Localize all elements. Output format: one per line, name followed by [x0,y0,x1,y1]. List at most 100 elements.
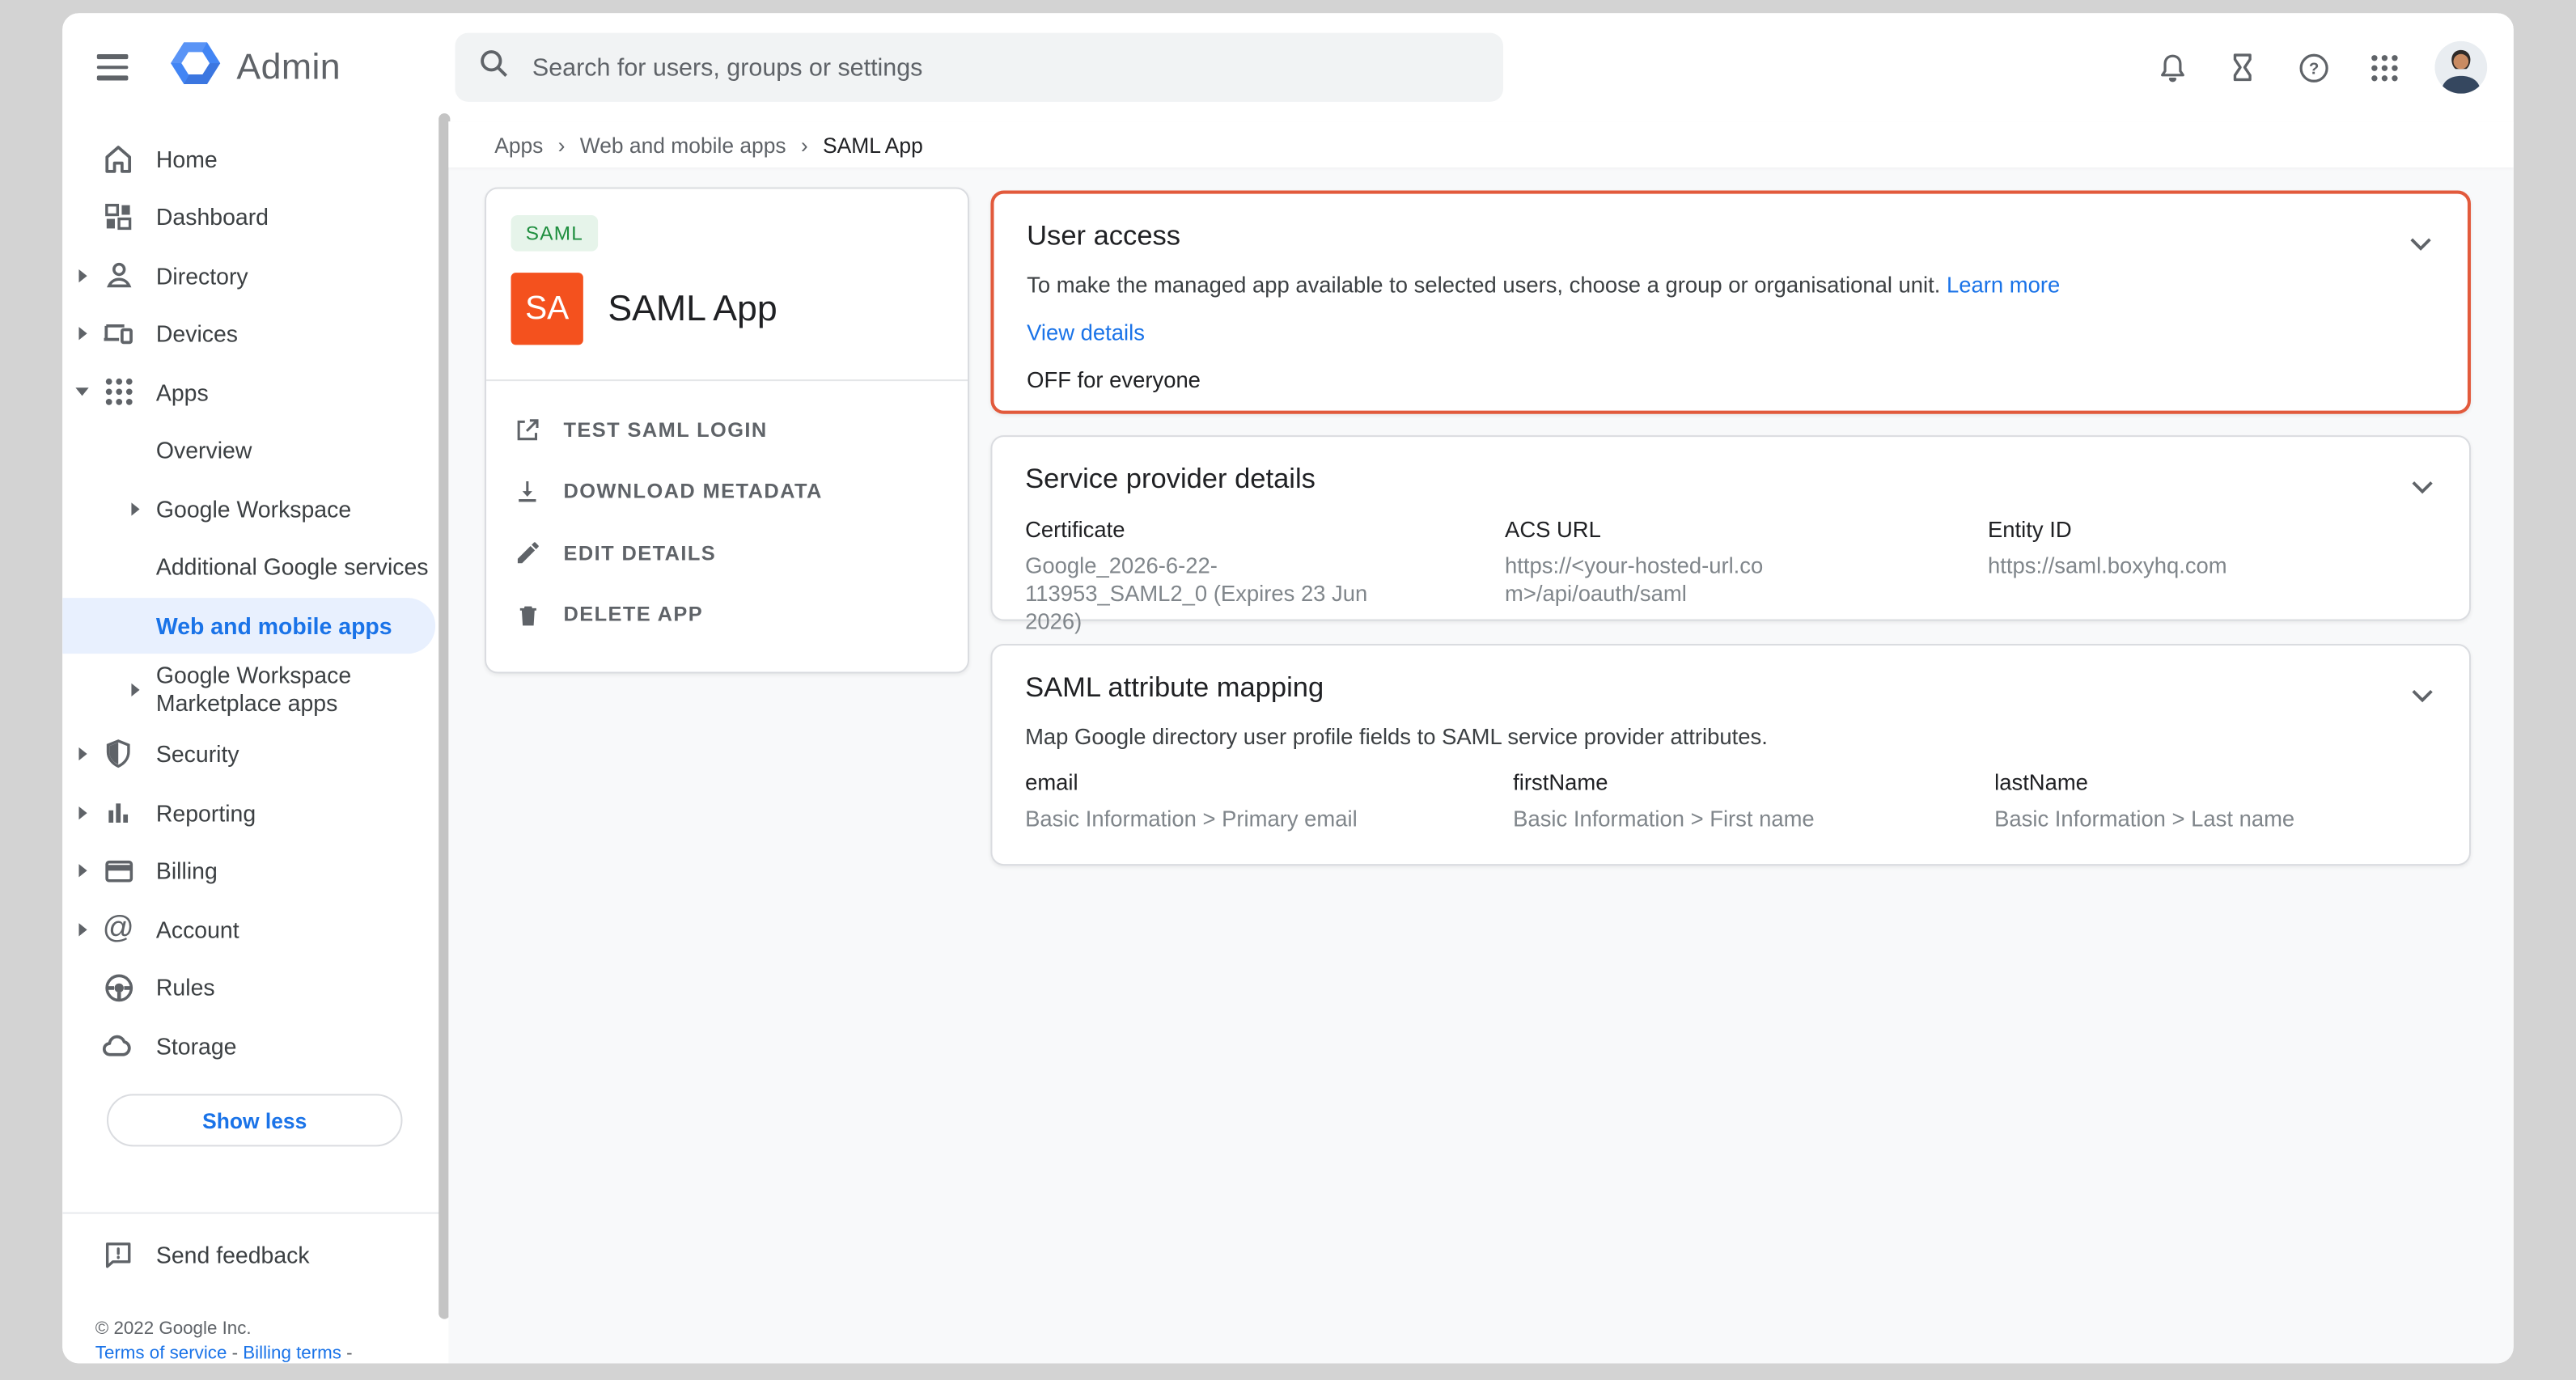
app-header: SA SAML App [511,273,968,345]
action-label: DOWNLOAD METADATA [563,480,822,502]
chevron-down-icon[interactable] [2410,230,2431,260]
trash-icon [511,599,544,632]
sidebar-item-apps[interactable]: Apps [62,363,448,421]
svg-text:?: ? [2308,59,2318,77]
person-icon [99,256,138,295]
sidebar-item-dashboard[interactable]: Dashboard [62,188,448,247]
pencil-icon [511,536,544,569]
brand-logo[interactable]: Admin [169,40,341,95]
description-text: To make the managed app available to sel… [1027,273,1940,297]
user-avatar[interactable] [2434,41,2487,94]
sidebar-item-security[interactable]: Security [62,726,448,784]
sidebar-item-label: Home [156,146,218,171]
entity-id-field: Entity ID https://saml.boxyhq.com [1988,518,2415,580]
field-value: https://saml.boxyhq.com [1988,552,2415,580]
expand-right-icon[interactable] [78,806,87,819]
expand-down-icon[interactable] [75,388,88,396]
sidebar-item-directory[interactable]: Directory [62,247,448,305]
at-sign-icon: @ [99,909,138,949]
test-saml-login-button[interactable]: TEST SAML LOGIN [486,399,968,460]
download-metadata-button[interactable]: DOWNLOAD METADATA [486,461,968,523]
sidebar-item-label: Devices [156,320,238,346]
sidebar-item-home[interactable]: Home [62,129,448,188]
sidebar-item-reporting[interactable]: Reporting [62,784,448,842]
dashboard-icon [99,197,138,237]
app-avatar: SA [511,273,583,345]
help-icon[interactable]: ? [2294,48,2333,87]
field-label: firstName [1513,770,1956,794]
cloud-icon [99,1027,138,1066]
steering-wheel-icon [99,968,138,1008]
field-label: Certificate [1025,518,1383,542]
app-title: SAML App [608,287,777,330]
field-label: ACS URL [1505,518,1768,542]
card-description: Map Google directory user profile fields… [1025,724,2436,748]
send-feedback-button[interactable]: Send feedback [62,1225,448,1283]
app-actions: TEST SAML LOGIN DOWNLOAD METADATA EDIT D… [486,399,968,646]
saml-attribute-mapping-card[interactable]: SAML attribute mapping Map Google direct… [990,644,2471,866]
card-description: To make the managed app available to sel… [1027,273,2434,297]
service-provider-details-card[interactable]: Service provider details Certificate Goo… [990,435,2471,620]
expand-right-icon[interactable] [78,865,87,878]
sidebar-item-web-and-mobile-apps[interactable]: Web and mobile apps [62,596,448,654]
sidebar-item-google-workspace[interactable]: Google Workspace [62,480,448,538]
copyright-text: © 2022 Google Inc. [95,1318,353,1342]
email-mapping-field: email Basic Information > Primary email [1025,770,1468,832]
sidebar-item-label: Storage [156,1033,237,1059]
user-access-card[interactable]: User access To make the managed app avai… [990,191,2471,414]
breadcrumb-separator-icon: › [801,132,808,156]
expand-right-icon[interactable] [78,269,87,282]
sidebar-item-gw-marketplace-apps[interactable]: Google Workspace Marketplace apps [62,654,448,725]
main-content: Apps › Web and mobile apps › SAML App SA… [448,121,2513,1363]
hourglass-icon[interactable] [2222,48,2262,87]
sidebar-item-rules[interactable]: Rules [62,959,448,1017]
expand-right-icon[interactable] [131,684,139,696]
sidebar-footer: © 2022 Google Inc. Terms of service - Bi… [95,1318,353,1364]
card-title: SAML attribute mapping [1025,672,2436,705]
sidebar-item-account[interactable]: @ Account [62,900,448,959]
expand-right-icon[interactable] [78,923,87,936]
footer-links: Terms of service - Billing terms - [95,1342,353,1363]
open-in-new-icon [511,413,544,447]
sidebar-item-overview[interactable]: Overview [62,421,448,480]
expand-right-icon[interactable] [78,328,87,341]
view-details-link[interactable]: View details [1027,320,1145,345]
lastname-mapping-field: lastName Basic Information > Last name [1994,770,2438,832]
sidebar-item-billing[interactable]: Billing [62,842,448,900]
expand-right-icon[interactable] [78,747,87,760]
field-value: Basic Information > Primary email [1025,805,1468,833]
learn-more-link[interactable]: Learn more [1947,273,2060,297]
chevron-down-icon[interactable] [2412,473,2433,503]
breadcrumb: Apps › Web and mobile apps › SAML App [448,121,2513,167]
sidebar-item-label: Google Workspace [156,496,351,522]
delete-app-button[interactable]: DELETE APP [486,584,968,646]
terms-of-service-link[interactable]: Terms of service [95,1344,227,1363]
menu-icon[interactable] [97,48,137,87]
field-value: Google_2026-6-22-113953_SAML2_0 (Expires… [1025,552,1383,636]
search-input[interactable] [529,52,1503,83]
breadcrumb-web-and-mobile-apps[interactable]: Web and mobile apps [580,132,786,156]
search-bar[interactable] [455,33,1503,102]
google-apps-grid-icon[interactable] [2364,48,2404,87]
sidebar-nav: Home Dashboard Directory Devices [62,121,448,1075]
sidebar-item-label: Additional Google services [156,554,429,580]
expand-right-icon[interactable] [131,502,139,515]
notifications-bell-icon[interactable] [2152,48,2192,87]
sidebar-item-additional-google-services[interactable]: Additional Google services [62,538,448,596]
field-label: email [1025,770,1468,794]
action-label: TEST SAML LOGIN [563,418,767,441]
breadcrumb-separator-icon: › [558,132,566,156]
sidebar-item-label: Google Workspace Marketplace apps [156,662,403,718]
sidebar-item-label: Billing [156,857,218,883]
sidebar-item-storage[interactable]: Storage [62,1017,448,1075]
edit-details-button[interactable]: EDIT DETAILS [486,523,968,584]
action-label: DELETE APP [563,603,703,626]
breadcrumb-current: SAML App [823,132,923,156]
billing-terms-link[interactable]: Billing terms [243,1344,341,1363]
feedback-icon [99,1234,138,1274]
brand-name: Admin [236,46,341,89]
breadcrumb-apps[interactable]: Apps [494,132,543,156]
show-less-button[interactable]: Show less [107,1094,403,1146]
chevron-down-icon[interactable] [2412,682,2433,712]
sidebar-item-devices[interactable]: Devices [62,305,448,363]
